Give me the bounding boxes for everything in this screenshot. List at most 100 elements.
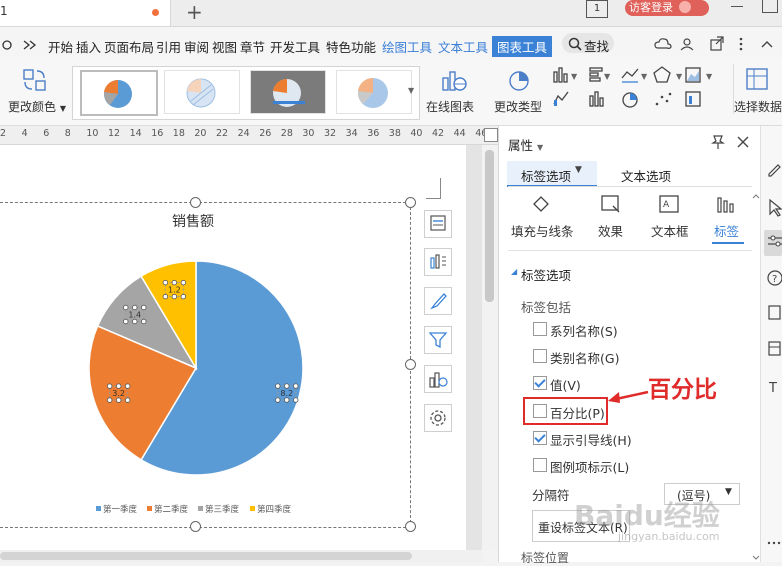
online-chart-button[interactable]: 在线图表 [426, 98, 474, 115]
data-label-handle[interactable] [180, 279, 187, 286]
chart-style-2[interactable] [164, 70, 240, 114]
checkbox-value[interactable] [533, 376, 547, 390]
table-tool-icon[interactable] [768, 341, 781, 356]
help-icon[interactable]: ? [767, 270, 782, 286]
chart-title[interactable]: 销售额 [172, 211, 214, 231]
data-label-handle[interactable] [275, 383, 281, 389]
resize-handle-top[interactable] [190, 197, 201, 208]
stacked-column-icon[interactable] [589, 91, 604, 107]
change-type-button[interactable]: 更改类型 [494, 98, 542, 115]
checkbox-series-name[interactable] [533, 322, 547, 336]
data-label-handle[interactable] [293, 383, 299, 389]
line-chart-icon[interactable] [621, 68, 639, 83]
tab-label-options[interactable]: 标签选项 ▼ [507, 161, 597, 187]
combo-chart-icon[interactable] [553, 91, 569, 106]
data-label-handle[interactable] [171, 279, 178, 286]
bar-chart-dropdown-icon[interactable]: ▼ [604, 72, 610, 81]
chart-elements-button[interactable] [424, 210, 452, 238]
select-data-button[interactable]: 选择数据 [734, 98, 782, 115]
data-label-handle[interactable] [180, 293, 187, 300]
subtab-effects[interactable]: 效果 [598, 221, 623, 240]
data-label-handle[interactable] [162, 293, 169, 300]
text-tool-icon[interactable]: T [768, 381, 777, 396]
data-label-handle[interactable] [132, 318, 138, 325]
document-tool-icon[interactable] [768, 305, 781, 320]
section-collapse-icon[interactable]: ◢ [511, 267, 517, 276]
share-icon[interactable] [710, 36, 724, 51]
new-tab-button[interactable]: + [186, 0, 203, 24]
data-label-handle[interactable] [124, 397, 131, 403]
menu-insert[interactable]: 插入 [76, 37, 101, 56]
resize-handle-bottom-right[interactable] [405, 521, 416, 532]
chart-filter-button[interactable] [424, 326, 452, 354]
data-label-handle[interactable] [284, 383, 290, 389]
tab-label-options-dropdown-icon[interactable]: ▼ [575, 165, 582, 175]
pane-title[interactable]: 属性 ▼ [508, 135, 543, 154]
menu-references[interactable]: 引用 [156, 37, 181, 56]
stock-chart-icon[interactable] [685, 91, 701, 107]
data-label-handle[interactable] [115, 397, 122, 403]
data-label-handle[interactable] [171, 293, 178, 300]
pin-icon[interactable] [711, 135, 725, 149]
edit-icon[interactable] [768, 164, 781, 177]
chart-style-4[interactable] [336, 70, 412, 114]
chart-style-1[interactable] [80, 70, 158, 116]
data-label-handle[interactable] [284, 397, 290, 403]
menu-review[interactable]: 审阅 [184, 37, 209, 56]
data-label-handle[interactable] [106, 383, 113, 389]
subtab-label[interactable]: 标签 [714, 221, 739, 240]
maximize-icon[interactable] [762, 0, 778, 13]
chart-settings-button[interactable] [424, 404, 452, 432]
horizontal-scroll-thumb[interactable] [0, 552, 412, 560]
chart-style-3[interactable] [250, 70, 326, 114]
resize-handle-right[interactable] [405, 359, 416, 370]
area-chart-dropdown-icon[interactable]: ▼ [706, 72, 712, 81]
change-color-button[interactable]: 更改颜色 ▼ [8, 98, 66, 115]
menu-drawing-tools[interactable]: 绘图工具 [382, 37, 432, 56]
radar-chart-dropdown-icon[interactable]: ▼ [676, 72, 682, 81]
menu-page-layout[interactable]: 页面布局 [104, 37, 154, 56]
column-chart-icon[interactable] [553, 67, 568, 83]
data-label-handle[interactable] [141, 318, 147, 325]
legend-item[interactable]: 第四季度 [250, 503, 291, 515]
data-label-handle[interactable] [162, 279, 169, 286]
radar-chart-icon[interactable] [653, 66, 671, 83]
menu-start[interactable]: 开始 [48, 37, 73, 56]
menu-text-tools[interactable]: 文本工具 [438, 37, 488, 56]
line-chart-dropdown-icon[interactable]: ▼ [641, 72, 647, 81]
data-label-handle[interactable] [123, 318, 129, 325]
section-label-options[interactable]: 标签选项 [521, 265, 571, 284]
ruler-toggle-icon[interactable] [484, 128, 498, 142]
close-icon[interactable] [737, 136, 749, 148]
legend-item[interactable]: 第三季度 [198, 503, 239, 515]
collapse-ribbon-icon[interactable] [761, 41, 773, 48]
document-tab[interactable]: 1 [0, 0, 171, 26]
resize-handle-top-right[interactable] [405, 197, 416, 208]
checkbox-category-name[interactable] [533, 349, 547, 363]
legend-item[interactable]: 第一季度 [96, 503, 137, 515]
guest-login-button[interactable]: 访客登录 [625, 0, 709, 16]
vertical-scroll-thumb[interactable] [485, 150, 494, 302]
tab-text-options[interactable]: 文本选项 [621, 166, 671, 185]
data-label-handle[interactable] [293, 397, 299, 403]
menu-chart-tools[interactable]: 图表工具 [492, 36, 553, 57]
menu-toggle-icon[interactable] [2, 38, 42, 52]
data-label-handle[interactable] [141, 304, 147, 311]
data-label-handle[interactable] [275, 397, 281, 403]
subtab-fill-line[interactable]: 填充与线条 [511, 221, 574, 240]
subtab-textbox[interactable]: 文本框 [651, 221, 689, 240]
resize-handle-bottom[interactable] [190, 521, 201, 532]
menu-section[interactable]: 章节 [240, 37, 265, 56]
pie-chart-icon[interactable] [622, 92, 638, 108]
menu-developer[interactable]: 开发工具 [270, 37, 320, 56]
scatter-chart-icon[interactable] [655, 92, 672, 106]
data-label-handle[interactable] [132, 304, 138, 311]
area-chart-icon[interactable] [685, 67, 701, 83]
more-tools-icon[interactable] [767, 541, 781, 545]
data-label-handle[interactable] [123, 304, 129, 311]
gallery-expand-icon[interactable]: ▼ [408, 86, 414, 95]
pane-scrollbar[interactable] [752, 194, 760, 562]
checkbox-leader-lines[interactable] [533, 431, 547, 445]
bar-chart-icon[interactable] [589, 67, 603, 82]
menu-view[interactable]: 视图 [212, 37, 237, 56]
